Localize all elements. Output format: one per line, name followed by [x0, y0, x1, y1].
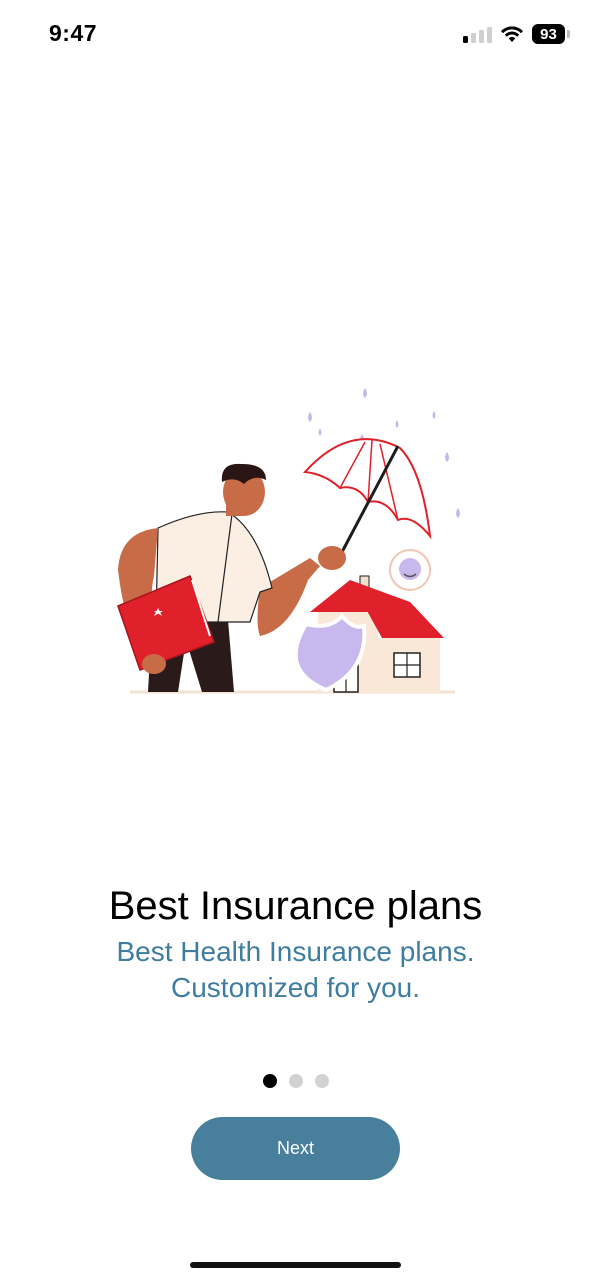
battery-icon: 93 — [532, 24, 570, 44]
status-time: 9:47 — [49, 20, 98, 46]
wifi-icon — [501, 26, 523, 42]
page-dot-2[interactable] — [288, 1074, 303, 1088]
next-button[interactable]: Next — [191, 1117, 400, 1180]
insurance-illustration — [117, 388, 460, 694]
home-indicator[interactable] — [190, 1262, 401, 1268]
status-icons: 93 — [463, 24, 570, 44]
page-indicator — [0, 1074, 591, 1088]
page-dot-1[interactable] — [262, 1074, 277, 1088]
status-bar: 9:47 93 — [0, 0, 591, 70]
onboarding-subtitle-line1: Best Health Insurance plans. — [116, 936, 475, 967]
signal-icon — [463, 25, 492, 43]
onboarding-subtitle-line2: Customized for you. — [171, 972, 420, 1003]
page-dot-3[interactable] — [314, 1074, 329, 1088]
battery-level: 93 — [540, 25, 557, 43]
onboarding-title: Best Insurance plans — [108, 884, 483, 928]
